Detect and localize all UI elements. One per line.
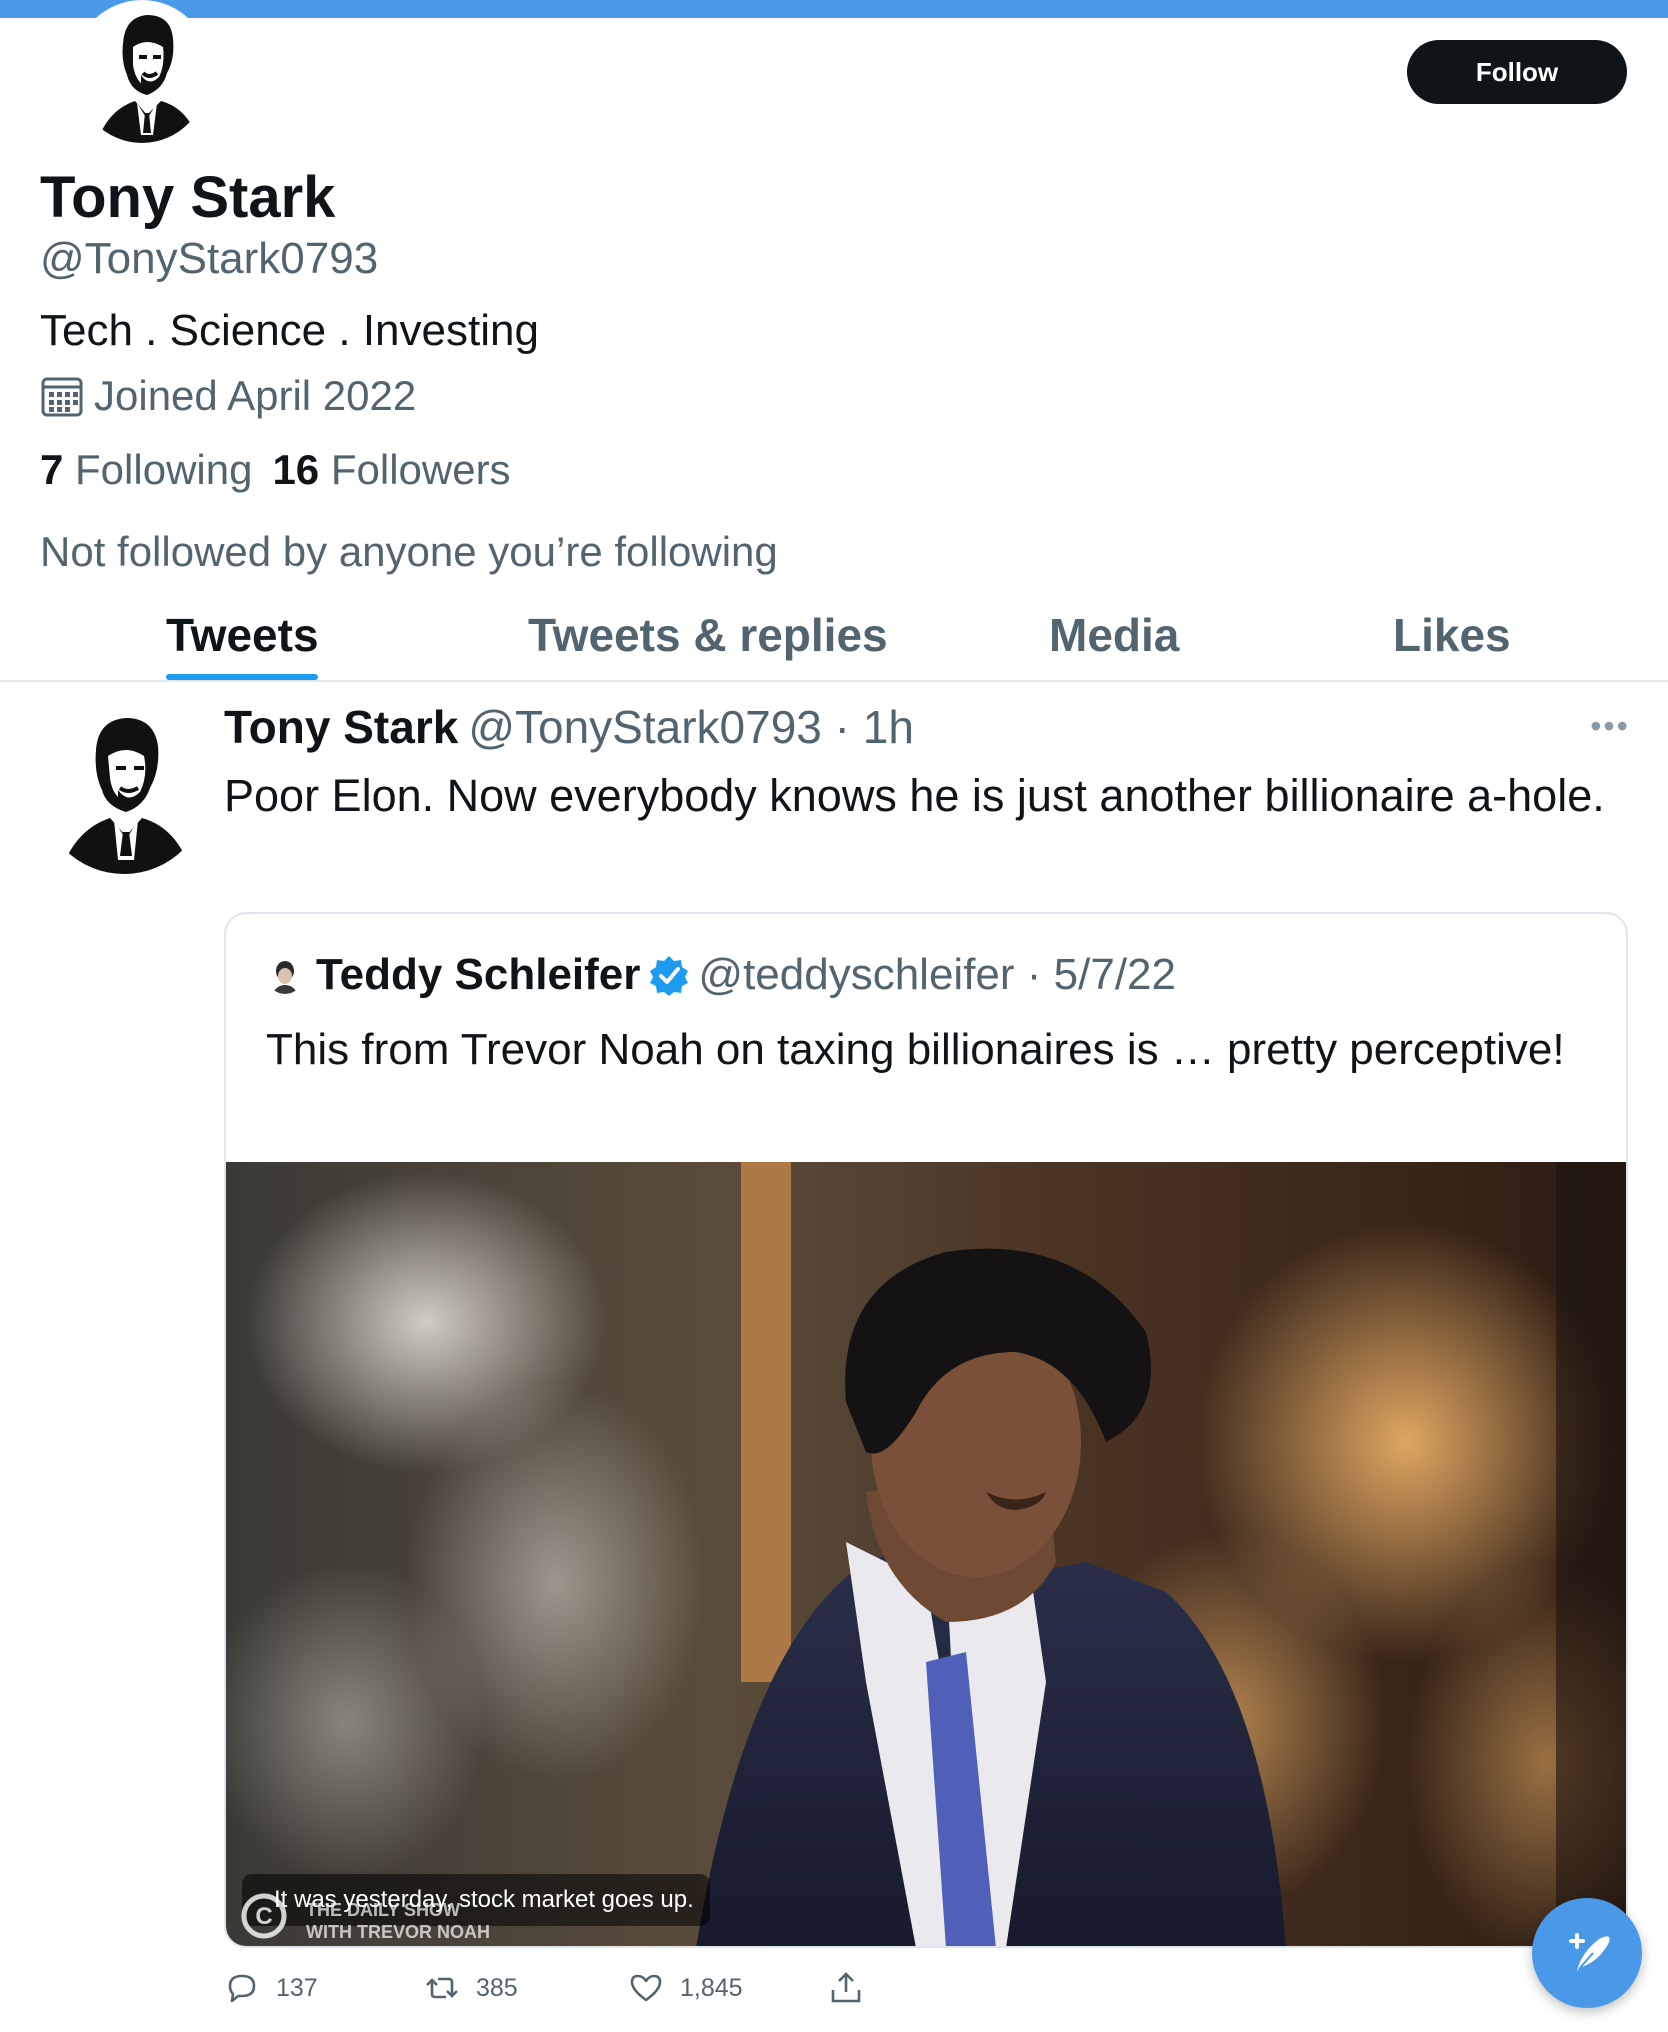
quoted-author-avatar bbox=[266, 956, 304, 994]
profile-bio: Tech . Science . Investing bbox=[40, 306, 539, 355]
tweet-author-avatar[interactable] bbox=[40, 706, 208, 874]
calendar-icon bbox=[41, 377, 83, 417]
reply-button[interactable]: 137 bbox=[224, 1970, 318, 2006]
compose-tweet-icon bbox=[1569, 1933, 1610, 1971]
followers-label: Followers bbox=[330, 446, 511, 493]
retweet-count: 385 bbox=[476, 1973, 518, 2002]
svg-text:C: C bbox=[255, 1903, 272, 1930]
tab-tweets[interactable]: Tweets bbox=[166, 608, 319, 662]
profile-tabs: Tweets Tweets & replies Media Likes bbox=[0, 596, 1668, 682]
tab-likes[interactable]: Likes bbox=[1393, 608, 1511, 662]
like-icon bbox=[630, 1974, 662, 2002]
verified-icon bbox=[650, 956, 689, 996]
quoted-author-name: Teddy Schleifer bbox=[316, 950, 641, 999]
follow-button[interactable]: Follow bbox=[1407, 40, 1627, 104]
tweet-author-name[interactable]: Tony Stark bbox=[224, 700, 458, 754]
like-count: 1,845 bbox=[680, 1973, 743, 2002]
tweet-text: Poor Elon. Now everybody knows he is jus… bbox=[224, 770, 1605, 821]
show-logo-watermark: C THE DAILY SHOW WITH TREVOR NOAH bbox=[241, 1893, 490, 1942]
profile-display-name: Tony Stark bbox=[40, 165, 336, 230]
more-icon[interactable]: ••• bbox=[1590, 710, 1630, 742]
profile-avatar[interactable] bbox=[72, 0, 212, 146]
video-frame bbox=[226, 1162, 1626, 1946]
profile-handle: @TonyStark0793 bbox=[40, 234, 379, 283]
svg-text:WITH TREVOR NOAH: WITH TREVOR NOAH bbox=[306, 1922, 490, 1942]
like-button[interactable]: 1,845 bbox=[628, 1970, 743, 2006]
tweet-header: Tony Stark @TonyStark0793 · 1h bbox=[224, 700, 914, 754]
quoted-video[interactable]: It was yesterday, stock market goes up. … bbox=[226, 1162, 1626, 1946]
following-link[interactable]: 7 Following bbox=[40, 446, 252, 494]
reply-count: 137 bbox=[276, 1973, 318, 2002]
reply-icon bbox=[228, 1974, 256, 2003]
joined-label: Joined April 2022 bbox=[94, 372, 417, 419]
quoted-tweet-header: Teddy Schleifer @teddyschleifer · 5/7/22 bbox=[266, 950, 1176, 1000]
quoted-handle-date: @teddyschleifer · 5/7/22 bbox=[698, 950, 1176, 999]
retweet-button[interactable]: 385 bbox=[424, 1970, 518, 2006]
tweet-actions: 137 385 1,845 bbox=[224, 1970, 1224, 2018]
compose-tweet-button[interactable] bbox=[1532, 1898, 1642, 2008]
following-count: 7 bbox=[40, 446, 64, 493]
quoted-tweet[interactable]: Teddy Schleifer @teddyschleifer · 5/7/22… bbox=[224, 912, 1628, 1948]
tab-tweets-replies[interactable]: Tweets & replies bbox=[528, 608, 888, 662]
share-button[interactable] bbox=[828, 1970, 864, 2006]
following-label: Following bbox=[75, 446, 253, 493]
mutual-followers-note: Not followed by anyone you’re following bbox=[40, 528, 778, 575]
followers-link[interactable]: 16 Followers bbox=[272, 446, 510, 494]
svg-text:THE DAILY SHOW: THE DAILY SHOW bbox=[306, 1900, 460, 1920]
quoted-tweet-text: This from Trevor Noah on taxing billiona… bbox=[266, 1025, 1565, 1074]
tab-media[interactable]: Media bbox=[1049, 608, 1179, 662]
active-tab-indicator bbox=[166, 674, 318, 680]
follow-stats: 7 Following 16 Followers bbox=[40, 446, 511, 494]
joined-date: Joined April 2022 bbox=[40, 372, 416, 420]
tweet-handle-time[interactable]: @TonyStark0793 · 1h bbox=[468, 700, 914, 754]
retweet-icon bbox=[426, 1977, 458, 1999]
followers-count: 16 bbox=[272, 446, 320, 493]
profile-banner bbox=[0, 0, 1668, 18]
share-icon bbox=[831, 1972, 861, 2003]
